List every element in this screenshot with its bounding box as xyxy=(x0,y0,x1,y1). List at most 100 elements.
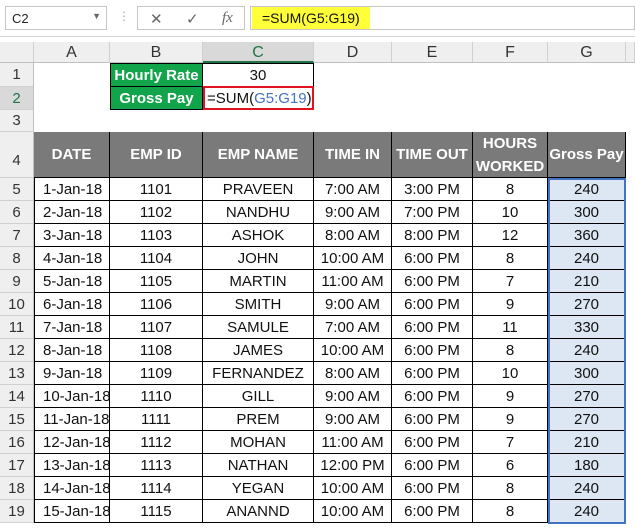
table-cell[interactable]: 10:00 AM xyxy=(314,477,392,500)
table-cell[interactable]: FERNANDEZ xyxy=(203,362,314,385)
table-cell[interactable]: 1107 xyxy=(110,316,203,339)
table-cell[interactable]: 6 xyxy=(473,454,548,477)
table-cell[interactable]: 11:00 AM xyxy=(314,431,392,454)
table-cell[interactable]: 270 xyxy=(548,293,626,316)
table-cell[interactable]: MARTIN xyxy=(203,270,314,293)
table-cell[interactable]: 11 xyxy=(473,316,548,339)
table-cell[interactable]: 10 xyxy=(473,362,548,385)
table-cell[interactable]: 8 xyxy=(473,477,548,500)
table-cell[interactable]: 6:00 PM xyxy=(392,247,473,270)
table-cell[interactable]: 8-Jan-18 xyxy=(34,339,110,362)
table-cell[interactable]: MOHAN xyxy=(203,431,314,454)
table-cell[interactable]: 1-Jan-18 xyxy=(34,178,110,201)
table-cell[interactable]: 1115 xyxy=(110,500,203,523)
table-cell[interactable]: JAMES xyxy=(203,339,314,362)
enter-icon[interactable]: ✓ xyxy=(186,10,199,28)
table-cell[interactable]: 180 xyxy=(548,454,626,477)
table-header-emp-id[interactable]: EMP ID xyxy=(110,132,203,178)
table-cell[interactable]: 6:00 PM xyxy=(392,270,473,293)
column-header-f[interactable]: F xyxy=(473,42,548,63)
table-cell[interactable]: 6:00 PM xyxy=(392,500,473,523)
table-cell[interactable]: 11-Jan-18 xyxy=(34,408,110,431)
table-cell[interactable]: GILL xyxy=(203,385,314,408)
table-cell[interactable]: 7-Jan-18 xyxy=(34,316,110,339)
row-header-12[interactable]: 12 xyxy=(0,339,34,362)
row-header-5[interactable]: 5 xyxy=(0,178,34,201)
table-cell[interactable]: 1102 xyxy=(110,201,203,224)
row-header-3[interactable]: 3 xyxy=(0,110,34,132)
table-cell[interactable]: 4-Jan-18 xyxy=(34,247,110,270)
insert-function-icon[interactable]: fx xyxy=(222,10,233,27)
table-cell[interactable]: 10:00 AM xyxy=(314,247,392,270)
table-cell[interactable]: 240 xyxy=(548,500,626,523)
table-cell[interactable]: 8 xyxy=(473,178,548,201)
row-header-8[interactable]: 8 xyxy=(0,247,34,270)
table-cell[interactable]: 6-Jan-18 xyxy=(34,293,110,316)
table-cell[interactable]: PRAVEEN xyxy=(203,178,314,201)
table-cell[interactable]: SAMULE xyxy=(203,316,314,339)
table-cell[interactable]: 9 xyxy=(473,385,548,408)
row-header-2[interactable]: 2 xyxy=(0,87,34,110)
column-header-d[interactable]: D xyxy=(314,42,392,63)
cancel-icon[interactable]: ✕ xyxy=(150,10,163,28)
row-header-4[interactable]: 4 xyxy=(0,132,34,178)
table-cell[interactable]: 1105 xyxy=(110,270,203,293)
table-header-date[interactable]: DATE xyxy=(34,132,110,178)
select-all-corner[interactable] xyxy=(0,42,34,63)
table-cell[interactable]: 9:00 AM xyxy=(314,385,392,408)
table-cell[interactable]: 210 xyxy=(548,270,626,293)
table-cell[interactable]: 1108 xyxy=(110,339,203,362)
table-cell[interactable]: 270 xyxy=(548,385,626,408)
table-cell[interactable]: 8 xyxy=(473,247,548,270)
table-cell[interactable]: 1113 xyxy=(110,454,203,477)
table-cell[interactable]: 6:00 PM xyxy=(392,385,473,408)
worksheet[interactable]: Hourly Rate 30 Gross Pay =SUM(G5:G19) AB… xyxy=(0,37,635,528)
table-cell[interactable]: 300 xyxy=(548,201,626,224)
table-cell[interactable]: 12-Jan-18 xyxy=(34,431,110,454)
table-cell[interactable]: 6:00 PM xyxy=(392,362,473,385)
column-header-g[interactable]: G xyxy=(548,42,626,63)
table-cell[interactable]: 12:00 PM xyxy=(314,454,392,477)
table-header-gross-pay[interactable]: Gross Pay xyxy=(548,132,626,178)
table-cell[interactable]: 1114 xyxy=(110,477,203,500)
table-cell[interactable]: 6:00 PM xyxy=(392,316,473,339)
table-cell[interactable]: 6:00 PM xyxy=(392,339,473,362)
table-cell[interactable]: 12 xyxy=(473,224,548,247)
row-header-19[interactable]: 19 xyxy=(0,500,34,523)
table-cell[interactable]: 1110 xyxy=(110,385,203,408)
table-cell[interactable]: 300 xyxy=(548,362,626,385)
table-cell[interactable]: NANDHU xyxy=(203,201,314,224)
chevron-down-icon[interactable]: ▼ xyxy=(92,11,101,21)
table-cell[interactable]: 1103 xyxy=(110,224,203,247)
table-cell[interactable]: 1101 xyxy=(110,178,203,201)
table-header-time-out[interactable]: TIME OUT xyxy=(392,132,473,178)
row-header-13[interactable]: 13 xyxy=(0,362,34,385)
table-cell[interactable]: 5-Jan-18 xyxy=(34,270,110,293)
column-header-c[interactable]: C xyxy=(203,42,314,63)
row-header-18[interactable]: 18 xyxy=(0,477,34,500)
table-cell[interactable]: 10:00 AM xyxy=(314,500,392,523)
table-cell[interactable]: 240 xyxy=(548,247,626,270)
table-cell[interactable]: NATHAN xyxy=(203,454,314,477)
table-cell[interactable]: 7:00 PM xyxy=(392,201,473,224)
name-box[interactable]: C2 ▼ xyxy=(5,6,107,30)
table-cell[interactable]: 1106 xyxy=(110,293,203,316)
table-cell[interactable]: 8 xyxy=(473,500,548,523)
gross-pay-cell-editing[interactable]: =SUM(G5:G19) xyxy=(203,86,314,110)
table-cell[interactable]: 8:00 AM xyxy=(314,224,392,247)
table-cell[interactable]: PREM xyxy=(203,408,314,431)
hourly-rate-cell[interactable]: 30 xyxy=(203,63,314,87)
column-header-a[interactable]: A xyxy=(34,42,110,63)
table-cell[interactable]: 7 xyxy=(473,431,548,454)
table-cell[interactable]: 6:00 PM xyxy=(392,431,473,454)
table-cell[interactable]: 210 xyxy=(548,431,626,454)
table-cell[interactable]: JOHN xyxy=(203,247,314,270)
row-header-11[interactable]: 11 xyxy=(0,316,34,339)
table-cell[interactable]: 6:00 PM xyxy=(392,477,473,500)
table-cell[interactable]: 270 xyxy=(548,408,626,431)
table-cell[interactable]: 240 xyxy=(548,339,626,362)
table-cell[interactable]: ASHOK xyxy=(203,224,314,247)
table-cell[interactable]: 11:00 AM xyxy=(314,270,392,293)
table-cell[interactable]: 8:00 AM xyxy=(314,362,392,385)
table-cell[interactable]: 9 xyxy=(473,293,548,316)
